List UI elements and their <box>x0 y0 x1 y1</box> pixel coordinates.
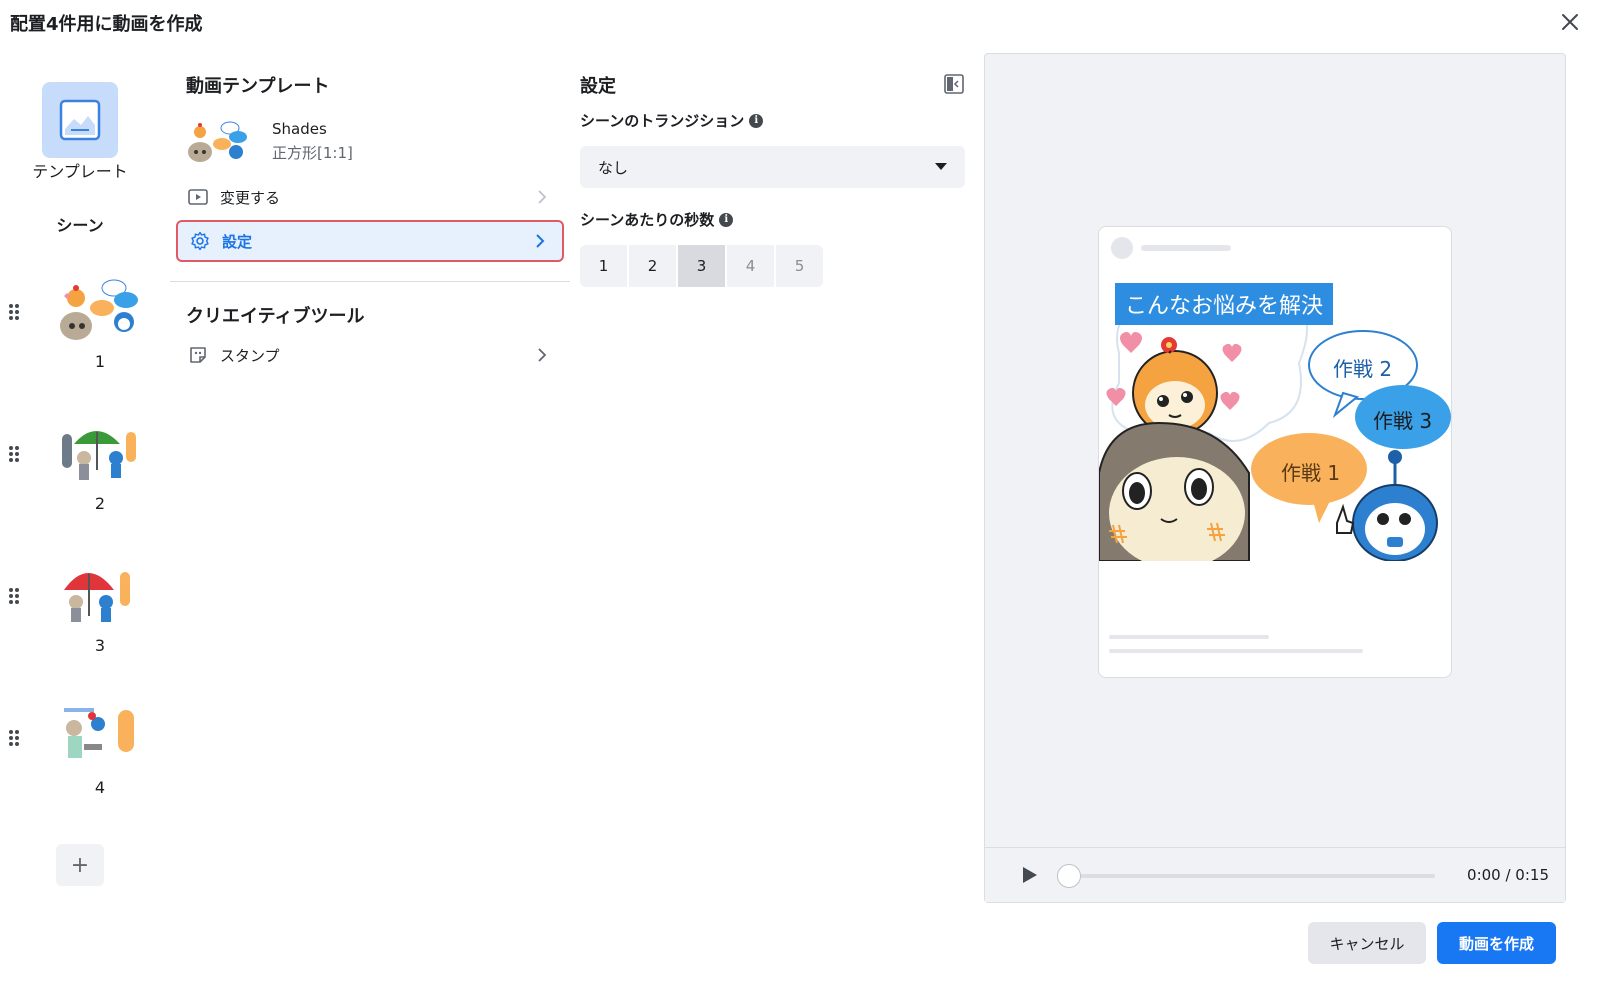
chevron-right-icon <box>530 347 554 363</box>
cancel-button[interactable]: キャンセル <box>1308 922 1426 964</box>
scene-thumbnail <box>64 708 134 758</box>
info-icon[interactable]: i <box>749 113 764 128</box>
caret-down-icon <box>935 163 947 170</box>
settings-label: 設定 <box>222 232 253 251</box>
seconds-option[interactable]: 4 <box>727 245 774 287</box>
scene-number: 2 <box>94 494 106 513</box>
settings-title: 設定 <box>580 76 616 97</box>
template-ratio: 正方形[1:1] <box>272 144 353 162</box>
scene-number: 4 <box>94 778 106 797</box>
time-display: 0:00 / 0:15 <box>1467 866 1549 884</box>
template-thumbnail <box>188 121 247 162</box>
scenes-heading: シーン <box>56 216 104 235</box>
scene-thumbnail <box>60 279 138 340</box>
drag-handle-icon[interactable] <box>7 302 21 322</box>
video-player-controls: 0:00 / 0:15 <box>985 847 1565 902</box>
add-scene-button[interactable]: + <box>56 844 104 886</box>
bubble-text: 作戦 3 <box>1373 409 1433 433</box>
bubble-text: 作戦 2 <box>1333 357 1393 381</box>
scene-item[interactable]: 4 <box>0 698 170 818</box>
transition-label-text: シーンのトランジション <box>580 112 745 130</box>
avatar <box>1111 237 1133 259</box>
scene-item[interactable]: 1 <box>0 272 170 392</box>
chevron-right-icon <box>528 233 552 249</box>
scene-thumbnail <box>62 431 136 480</box>
dialog-title: 配置4件用に動画を作成 <box>10 14 203 35</box>
post-preview-card: こんなお悩みを解決 作戦 2 作戦 3 作戦 1 <box>1098 226 1452 678</box>
placeholder-bar <box>1141 245 1231 251</box>
drag-handle-icon[interactable] <box>7 728 21 748</box>
gear-icon <box>188 229 212 253</box>
creative-tools-title: クリエイティブツール <box>186 306 365 327</box>
progress-knob[interactable] <box>1057 864 1081 888</box>
seconds-option[interactable]: 2 <box>629 245 676 287</box>
stamp-label: スタンプ <box>220 346 280 365</box>
template-info: Shades 正方形[1:1] <box>186 120 566 170</box>
template-label: テンプレート <box>32 162 128 181</box>
seconds-option[interactable]: 5 <box>776 245 823 287</box>
transition-value: なし <box>598 158 629 177</box>
placeholder-bar <box>1109 635 1269 639</box>
seconds-option-selected[interactable]: 3 <box>678 245 725 287</box>
scene-sidebar: テンプレート シーン 1 2 3 4 + <box>0 60 170 920</box>
create-video-button[interactable]: 動画を作成 <box>1437 922 1556 964</box>
change-label: 変更する <box>220 188 281 207</box>
seconds-label-text: シーンあたりの秒数 <box>580 211 715 229</box>
transition-dropdown[interactable]: なし <box>580 146 965 188</box>
bubble-text: 作戦 1 <box>1281 461 1341 485</box>
seconds-label: シーンあたりの秒数 i <box>580 209 734 230</box>
info-icon[interactable]: i <box>719 212 734 227</box>
banner-text: こんなお悩みを解決 <box>1115 283 1334 325</box>
scene-number: 1 <box>94 352 106 371</box>
divider <box>170 281 570 282</box>
drag-handle-icon[interactable] <box>7 444 21 464</box>
progress-track[interactable] <box>1059 874 1435 878</box>
template-name: Shades <box>272 120 327 138</box>
video-icon <box>186 185 210 209</box>
chevron-right-icon <box>530 189 554 205</box>
seconds-option[interactable]: 1 <box>580 245 627 287</box>
panel-toggle-icon[interactable] <box>944 74 964 94</box>
stamp-button[interactable]: スタンプ <box>176 334 564 376</box>
video-preview: こんなお悩みを解決 作戦 2 作戦 3 作戦 1 0:00 / 0:15 <box>984 53 1566 903</box>
play-icon[interactable] <box>1019 865 1039 885</box>
media-preview: こんなお悩みを解決 作戦 2 作戦 3 作戦 1 <box>1099 273 1451 561</box>
placeholder-bar <box>1109 649 1363 653</box>
scene-item[interactable]: 3 <box>0 556 170 676</box>
settings-menu-button[interactable]: 設定 <box>176 220 564 262</box>
change-template-button[interactable]: 変更する <box>176 176 564 218</box>
template-tile[interactable] <box>42 82 118 158</box>
scene-item[interactable]: 2 <box>0 414 170 534</box>
scene-number: 3 <box>94 636 106 655</box>
scene-thumbnail <box>64 572 130 622</box>
video-template-title: 動画テンプレート <box>186 76 330 97</box>
close-icon[interactable] <box>1556 8 1584 36</box>
drag-handle-icon[interactable] <box>7 586 21 606</box>
seconds-selector: 1 2 3 4 5 <box>580 245 823 287</box>
image-icon <box>59 99 101 141</box>
transition-label: シーンのトランジション i <box>580 110 764 131</box>
sticker-icon <box>186 343 210 367</box>
